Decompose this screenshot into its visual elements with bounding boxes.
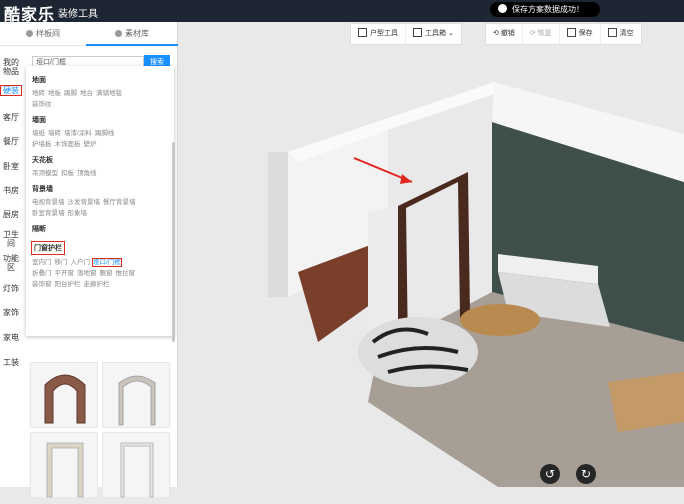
product-thumbnail[interactable] [102,362,170,428]
undo-button[interactable]: ⟲ 撤销 [486,24,523,44]
menu-item[interactable]: 走廊护栏 [84,281,110,288]
category-dropdown: 地面 地砖 地板 踢脚 地台 满铺地毯装饰纹 墙面 墙纸 墙砖 墙漆/涂料 踢脚线护墙板 木饰面… [26,66,174,336]
save-toast: 保存方案数据成功！ [490,2,600,17]
menu-item[interactable]: 顶角线 [77,170,97,177]
save-icon [566,28,576,37]
section-title-highlighted[interactable]: 门窗护栏 [31,241,65,255]
menu-item[interactable]: 满铺地毯 [96,90,122,97]
menu-item[interactable]: 平开窗 [55,270,75,277]
section-title: 墙面 [32,117,46,124]
section-items: 地砖 地板 踢脚 地台 满铺地毯装饰纹 [32,88,168,110]
category-hardcover[interactable]: 硬装 [0,85,22,96]
tab-material-library[interactable]: 素材库 [86,22,178,46]
product-thumbnail[interactable] [30,432,98,498]
section-title: 地面 [32,77,46,84]
top-bar: 酷家乐 装修工具 保存方案数据成功！ [0,0,684,24]
menu-item[interactable]: 护墙板 [32,141,52,148]
library-icon [115,30,122,37]
toast-message: 保存方案数据成功！ [512,5,584,14]
category-home-decor[interactable]: 家饰 [0,308,22,317]
rotate-left-button[interactable]: ↺ [540,464,560,484]
tab-model-room[interactable]: 样板间 [0,22,86,46]
category-bedroom[interactable]: 卧室 [0,162,22,171]
section-items: 吊顶模型 扣板 顶角线 [32,168,168,179]
menu-item[interactable]: 飘窗 [100,270,113,277]
menu-item[interactable]: 阳台护栏 [55,281,81,288]
menu-item[interactable]: 落地窗 [77,270,97,277]
category-my-items[interactable]: 我的 物品 [0,58,22,76]
menu-item[interactable]: 装饰窗 [32,281,52,288]
arch-frame-image [118,375,156,426]
smile-icon [498,4,507,13]
menu-item[interactable]: 移门 [55,259,68,266]
menu-item[interactable]: 形象墙 [68,210,88,217]
rotate-right-button[interactable]: ↻ [576,464,596,484]
section-items: 墙纸 墙砖 墙漆/涂料 踢脚线护墙板 木饰面板 壁炉 [32,128,168,150]
product-thumbnail[interactable] [30,362,98,428]
app-subtitle: 装修工具 [58,9,98,20]
menu-item[interactable]: 壁炉 [84,141,97,148]
door-frame-image [120,442,154,498]
menu-item-selected[interactable]: 垭口/门框 [92,258,122,267]
sidebar: 样板间 素材库 我的 物品 硬装 客厅 餐厅 卧室 书房 厨房 卫生 间 功能 … [0,22,178,498]
category-lighting[interactable]: 灯饰 [0,284,22,293]
redo-button[interactable]: ⟳ 恢复 [523,24,560,44]
menu-item[interactable]: 沙发背景墙 [68,199,101,206]
menu-item[interactable]: 墙漆/涂料 [64,130,92,137]
section-title: 隔断 [32,226,46,233]
category-tooling[interactable]: 工装 [0,358,22,367]
category-study[interactable]: 书房 [0,186,22,195]
menu-item[interactable]: 室内门 [32,259,52,266]
category-living-room[interactable]: 客厅 [0,113,22,122]
menu-item[interactable]: 地台 [80,90,93,97]
menu-item[interactable]: 木饰面板 [55,141,81,148]
category-kitchen[interactable]: 厨房 [0,210,22,219]
menu-item[interactable]: 入户门 [71,259,91,266]
save-button[interactable]: 保存 [560,24,601,44]
edit-floorplan-button[interactable]: 户型工具 [351,24,406,44]
product-thumbnail[interactable] [102,432,170,498]
section-items: 室内门 移门 入户门 垭口/门框折叠门 平开窗 落地窗 飘窗 推拉窗装饰窗 阳台护栏 走廊护栏 [32,257,168,290]
section-title: 天花板 [32,157,53,164]
menu-item[interactable]: 墙纸 [32,130,45,137]
sidebar-scrollbar[interactable] [172,142,175,342]
clear-icon [607,28,617,37]
toolbox-icon [413,28,422,37]
section-items: 电视背景墙 沙发背景墙 餐厅背景墙卧室背景墙 形象墙 [32,197,168,219]
menu-item[interactable]: 地板 [48,90,61,97]
menu-item[interactable]: 踢脚线 [95,130,115,137]
toolbox-button[interactable]: 工具箱 ⌄ [406,24,461,44]
menu-item[interactable]: 墙砖 [48,130,61,137]
menu-item[interactable]: 扣板 [61,170,74,177]
floorplan-icon [358,28,367,37]
toolbar-left: 户型工具 工具箱 ⌄ [350,23,462,45]
menu-item[interactable]: 折叠门 [32,270,52,277]
sidebar-tabs: 样板间 素材库 [0,22,178,46]
toolbar-right: ⟲ 撤销 ⟳ 恢复 保存 清空 [485,23,642,45]
menu-item[interactable]: 装饰纹 [32,101,52,108]
3d-canvas[interactable]: ↺ ↻ [178,22,684,487]
category-appliances[interactable]: 家电 [0,333,22,342]
category-dining-room[interactable]: 餐厅 [0,137,22,146]
arch-frame-image [44,374,86,424]
section-title: 背景墙 [32,186,53,193]
menu-item[interactable]: 地砖 [32,90,45,97]
clear-button[interactable]: 清空 [601,24,641,44]
menu-item[interactable]: 卧室背景墙 [32,210,65,217]
door-frame-image [46,442,84,498]
menu-item[interactable]: 推拉窗 [116,270,136,277]
menu-item[interactable]: 餐厅背景墙 [103,199,136,206]
category-functional-area[interactable]: 功能 区 [0,254,22,272]
category-bathroom[interactable]: 卫生 间 [0,230,22,248]
menu-item[interactable]: 电视背景墙 [32,199,65,206]
menu-item[interactable]: 吊顶模型 [32,170,58,177]
menu-item[interactable]: 踢脚 [64,90,77,97]
model-room-icon [26,30,33,37]
room-render [178,22,684,487]
